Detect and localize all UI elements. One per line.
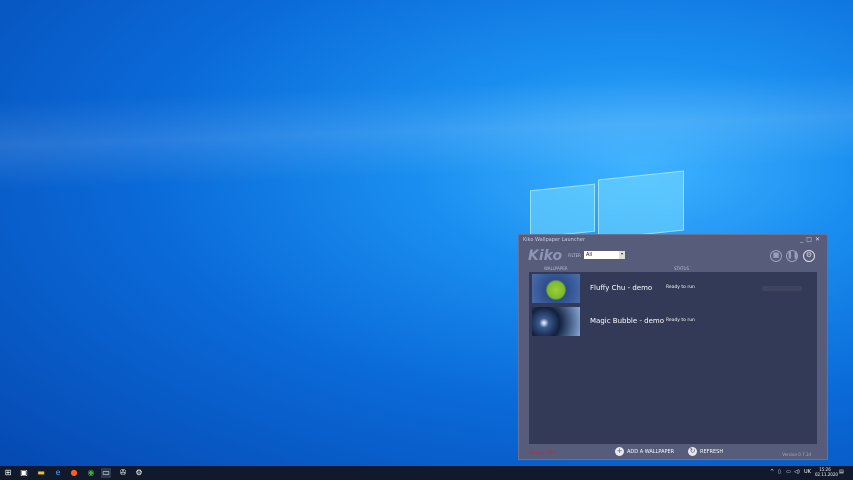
file-explorer-icon[interactable]: ▬ (36, 468, 46, 478)
tray-chevron-icon[interactable]: ^ (770, 469, 774, 475)
run-button[interactable] (762, 286, 802, 291)
wallpaper-name: Magic Bubble - demo (590, 317, 664, 325)
wallpaper-name: Fluffy Chu - demo (590, 284, 653, 292)
col-wallpaper: WALLPAPER (544, 266, 568, 271)
wallpaper-status: Ready to run (666, 285, 695, 290)
list-item[interactable]: Fluffy Chu - demo Ready to run (532, 274, 816, 304)
footer: Donate 100% + ADD A WALLPAPER ↻ REFRESH Ve… (519, 444, 827, 461)
refresh-icon: ↻ (688, 447, 697, 456)
title-bar[interactable]: Kiko Wallpaper Launcher _□✕ (519, 235, 827, 246)
chevron-down-icon: ▾ (619, 251, 625, 259)
plus-icon: + (615, 447, 624, 456)
date: 02.11.2020 (815, 472, 838, 477)
volume-icon[interactable]: ◁) (794, 469, 800, 475)
windows-logo-pane (530, 183, 595, 239)
wallpaper-list: Fluffy Chu - demo Ready to run Magic Bub… (529, 272, 817, 444)
wallpaper-thumbnail (532, 307, 580, 336)
start-icon[interactable]: ⊞ (3, 468, 13, 478)
settings-icon[interactable]: ⚙ (803, 250, 815, 262)
filter-label: FILTER (568, 253, 581, 258)
filter-value: All (586, 252, 593, 258)
header: Kiko FILTER All ▾ ■ ❚❚ ⚙ (519, 246, 827, 266)
network-icon[interactable]: ▭ (786, 469, 791, 475)
filter-select[interactable]: All ▾ (584, 251, 625, 259)
clock[interactable]: 15:26 02.11.2020 (815, 467, 838, 477)
edge-icon[interactable]: e (53, 468, 63, 478)
version-label: Version 0.7.1d (782, 452, 811, 457)
pause-icon[interactable]: ❚❚ (786, 250, 799, 262)
list-item[interactable]: Magic Bubble - demo Ready to run (532, 307, 816, 337)
col-status: STATUS (674, 266, 690, 271)
refresh-label: REFRESH (700, 448, 724, 455)
firefox-icon[interactable]: ● (69, 468, 79, 478)
wallpaper-status: Ready to run (666, 318, 695, 323)
app-icon[interactable]: ✇ (118, 468, 128, 478)
chrome-icon[interactable]: ◉ (86, 468, 96, 478)
add-label: ADD A WALLPAPER (627, 448, 675, 455)
notifications-icon[interactable]: ▤ (839, 469, 844, 475)
kiko-app-icon[interactable]: ▭ (101, 468, 111, 478)
app-window: Kiko Wallpaper Launcher _□✕ Kiko FILTER … (518, 234, 828, 460)
add-wallpaper-button[interactable]: + ADD A WALLPAPER (615, 447, 674, 456)
taskbar: ⊞ ▣ ▬ e ● ◉ ▭ ✇ ⚙ ^ ▯ ▭ ◁) UK 15:26 02.11… (0, 466, 853, 480)
tray-icon[interactable]: ▯ (778, 469, 781, 475)
donate-link[interactable]: Donate 100% (529, 450, 556, 455)
maximize-button[interactable]: □ (806, 236, 815, 243)
wallpaper-thumbnail (532, 274, 580, 303)
windows-logo-pane (598, 170, 684, 240)
stop-icon[interactable]: ■ (770, 250, 782, 262)
close-button[interactable]: ✕ (815, 236, 823, 243)
app-logo: Kiko (528, 248, 563, 264)
language-indicator[interactable]: UK (804, 469, 811, 475)
refresh-button[interactable]: ↻ REFRESH (688, 447, 723, 456)
settings-icon[interactable]: ⚙ (134, 468, 144, 478)
window-title: Kiko Wallpaper Launcher (523, 237, 585, 243)
task-view-icon[interactable]: ▣ (19, 468, 29, 478)
